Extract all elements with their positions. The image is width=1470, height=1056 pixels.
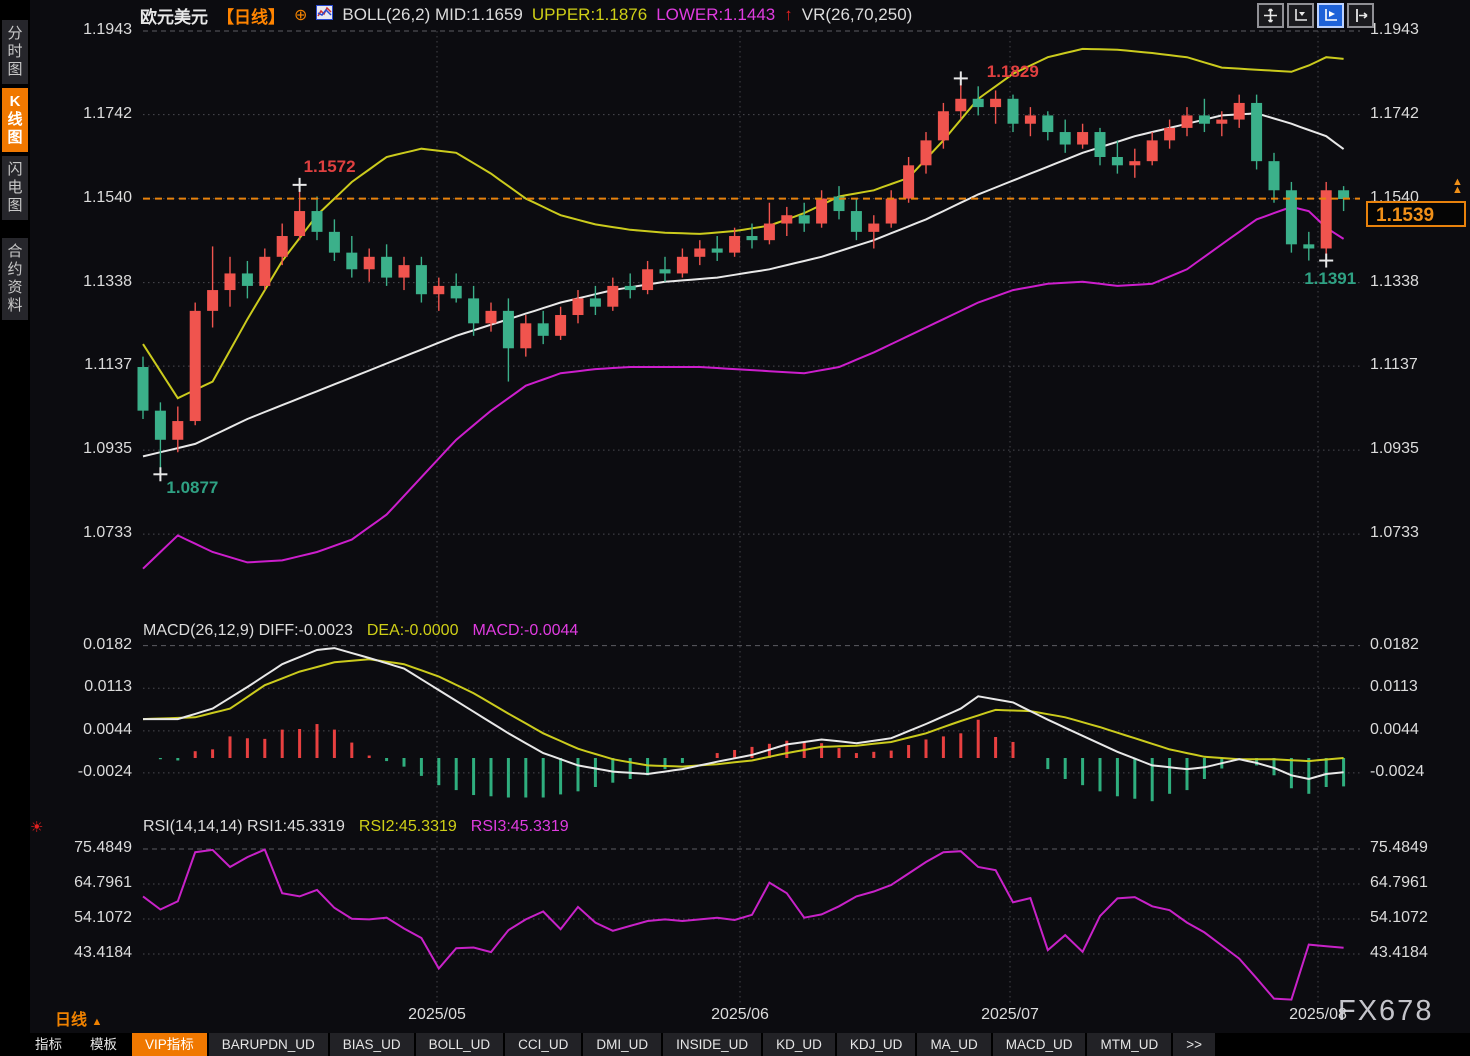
price-annotation: 1.1829 bbox=[987, 62, 1039, 82]
price-annotation: 1.0877 bbox=[166, 478, 218, 498]
indicator-tab[interactable]: >> bbox=[1173, 1033, 1215, 1056]
alert-sun-icon[interactable]: ☀ bbox=[30, 818, 43, 836]
rsi3-label: RSI3:45.3319 bbox=[471, 818, 569, 836]
price-up-caret-icon: ▲▲ bbox=[1452, 178, 1463, 194]
chart-toolbar bbox=[1257, 3, 1374, 28]
rsi-legend: RSI(14,14,14) RSI1:45.3319 RSI2:45.3319 … bbox=[143, 818, 569, 836]
boll-lower-label: LOWER:1.1443 bbox=[656, 5, 775, 25]
macd-legend: MACD(26,12,9) DIFF:-0.0023 DEA:-0.0000 M… bbox=[143, 622, 578, 640]
axis-scale-icon[interactable] bbox=[1287, 3, 1314, 28]
indicator-tab[interactable]: VIP指标 bbox=[132, 1033, 207, 1056]
price-axis-label-left: 1.1338 bbox=[36, 273, 132, 291]
rsi-axis-label-right: 43.4184 bbox=[1370, 944, 1466, 962]
indicator-tab[interactable]: 模板 bbox=[77, 1033, 130, 1056]
indicator-tab[interactable]: CCI_UD bbox=[505, 1033, 581, 1056]
indicator-tab[interactable]: BOLL_UD bbox=[416, 1033, 504, 1056]
period-caret-icon: ▲ bbox=[91, 1016, 102, 1028]
price-axis-label-left: 1.1540 bbox=[36, 189, 132, 207]
indicator-tab[interactable]: DMI_UD bbox=[583, 1033, 661, 1056]
indicator-tab[interactable]: INSIDE_UD bbox=[663, 1033, 761, 1056]
indicator-tab[interactable]: MACD_UD bbox=[993, 1033, 1086, 1056]
period-selector[interactable]: 日线 ▲ bbox=[55, 1006, 102, 1030]
boll-mid-label: BOLL(26,2) MID:1.1659 bbox=[342, 5, 522, 25]
rsi-axis-label-left: 64.7961 bbox=[36, 874, 132, 892]
rsi-axis-label-right: 75.4849 bbox=[1370, 839, 1466, 857]
rsi-axis-label-right: 64.7961 bbox=[1370, 874, 1466, 892]
rsi-axis-label-left: 54.1072 bbox=[36, 909, 132, 927]
macd-macd-label: MACD:-0.0044 bbox=[472, 622, 578, 640]
macd-axis-label-right: -0.0024 bbox=[1370, 763, 1466, 781]
red-up-arrow-icon: ↑ bbox=[784, 5, 793, 25]
rsi-axis-label-left: 75.4849 bbox=[36, 839, 132, 857]
price-annotation: 1.1572 bbox=[304, 157, 356, 177]
vr-label: VR(26,70,250) bbox=[802, 5, 913, 25]
price-axis-label-right: 1.0935 bbox=[1370, 440, 1466, 458]
main-chart-legend: 欧元美元 【日线】 ⊕ BOLL(26,2) MID:1.1659 UPPER:… bbox=[140, 4, 912, 26]
indicator-tab[interactable]: 指标 bbox=[22, 1033, 75, 1056]
indicator-tab[interactable]: KD_UD bbox=[763, 1033, 835, 1056]
rsi-axis-label-right: 54.1072 bbox=[1370, 909, 1466, 927]
axis-scale-active-icon[interactable] bbox=[1317, 3, 1344, 28]
price-axis-label-left: 1.0935 bbox=[36, 440, 132, 458]
indicator-tab[interactable]: MTM_UD bbox=[1087, 1033, 1171, 1056]
date-axis-label: 2025/06 bbox=[711, 1006, 769, 1024]
left-sidebar: 分时图 K线图闪电图合约资料 bbox=[0, 0, 30, 1033]
price-axis-label-left: 1.1742 bbox=[36, 105, 132, 123]
price-axis-label-left: 1.1137 bbox=[36, 356, 132, 374]
chart-canvas[interactable] bbox=[0, 0, 1470, 1056]
current-price-box: 1.1539 bbox=[1366, 201, 1466, 227]
price-annotation: 1.1391 bbox=[1304, 269, 1356, 289]
price-axis-label-left: 1.1943 bbox=[36, 21, 132, 39]
macd-axis-label-left: 0.0113 bbox=[36, 678, 132, 696]
macd-axis-label-left: 0.0182 bbox=[36, 636, 132, 654]
sidebar-item-view[interactable]: 闪电图 bbox=[2, 156, 28, 220]
price-axis-label-right: 1.1742 bbox=[1370, 105, 1466, 123]
macd-axis-label-right: 0.0113 bbox=[1370, 678, 1466, 696]
boll-upper-label: UPPER:1.1876 bbox=[532, 5, 647, 25]
macd-axis-label-right: 0.0044 bbox=[1370, 721, 1466, 739]
indicator-tab[interactable]: KDJ_UD bbox=[837, 1033, 916, 1056]
macd-axis-label-left: 0.0044 bbox=[36, 721, 132, 739]
macd-name-diff-label: MACD(26,12,9) DIFF:-0.0023 bbox=[143, 622, 353, 640]
indicator-tab-bar: 指标模板VIP指标BARUPDN_UDBIAS_UDBOLL_UDCCI_UDD… bbox=[0, 1033, 1470, 1056]
price-axis-label-right: 1.1338 bbox=[1370, 273, 1466, 291]
date-axis-label: 2025/07 bbox=[981, 1006, 1039, 1024]
price-axis-label-right: 1.1137 bbox=[1370, 356, 1466, 374]
indicator-chart-icon[interactable] bbox=[316, 5, 333, 25]
indicator-tab[interactable]: BIAS_UD bbox=[330, 1033, 414, 1056]
indicator-tab[interactable]: MA_UD bbox=[917, 1033, 990, 1056]
price-axis-label-right: 1.1943 bbox=[1370, 21, 1466, 39]
period-tag[interactable]: 【日线】 bbox=[217, 3, 285, 28]
macd-axis-label-left: -0.0024 bbox=[36, 763, 132, 781]
symbol-name: 欧元美元 bbox=[140, 3, 208, 28]
indicator-tab[interactable]: BARUPDN_UD bbox=[209, 1033, 328, 1056]
sidebar-item-view[interactable]: 分时图 bbox=[2, 20, 28, 84]
rsi-name-rsi1-label: RSI(14,14,14) RSI1:45.3319 bbox=[143, 818, 345, 836]
rsi-axis-label-left: 43.4184 bbox=[36, 944, 132, 962]
trading-app-window: 分时图 K线图闪电图合约资料 欧元美元 【日线】 ⊕ BOLL(26,2) MID… bbox=[0, 0, 1470, 1056]
macd-dea-label: DEA:-0.0000 bbox=[367, 622, 459, 640]
sidebar-item-active[interactable]: K线图 bbox=[2, 88, 28, 152]
sidebar-item-view[interactable]: 合约资料 bbox=[2, 238, 28, 320]
date-axis-label: 2025/05 bbox=[408, 1006, 466, 1024]
macd-axis-label-right: 0.0182 bbox=[1370, 636, 1466, 654]
watermark: FX678 bbox=[1338, 995, 1433, 1028]
price-axis-label-left: 1.0733 bbox=[36, 524, 132, 542]
globe-icon[interactable]: ⊕ bbox=[294, 5, 307, 25]
price-axis-label-right: 1.0733 bbox=[1370, 524, 1466, 542]
exit-panel-icon[interactable] bbox=[1347, 3, 1374, 28]
rsi2-label: RSI2:45.3319 bbox=[359, 818, 457, 836]
pan-move-icon[interactable] bbox=[1257, 3, 1284, 28]
